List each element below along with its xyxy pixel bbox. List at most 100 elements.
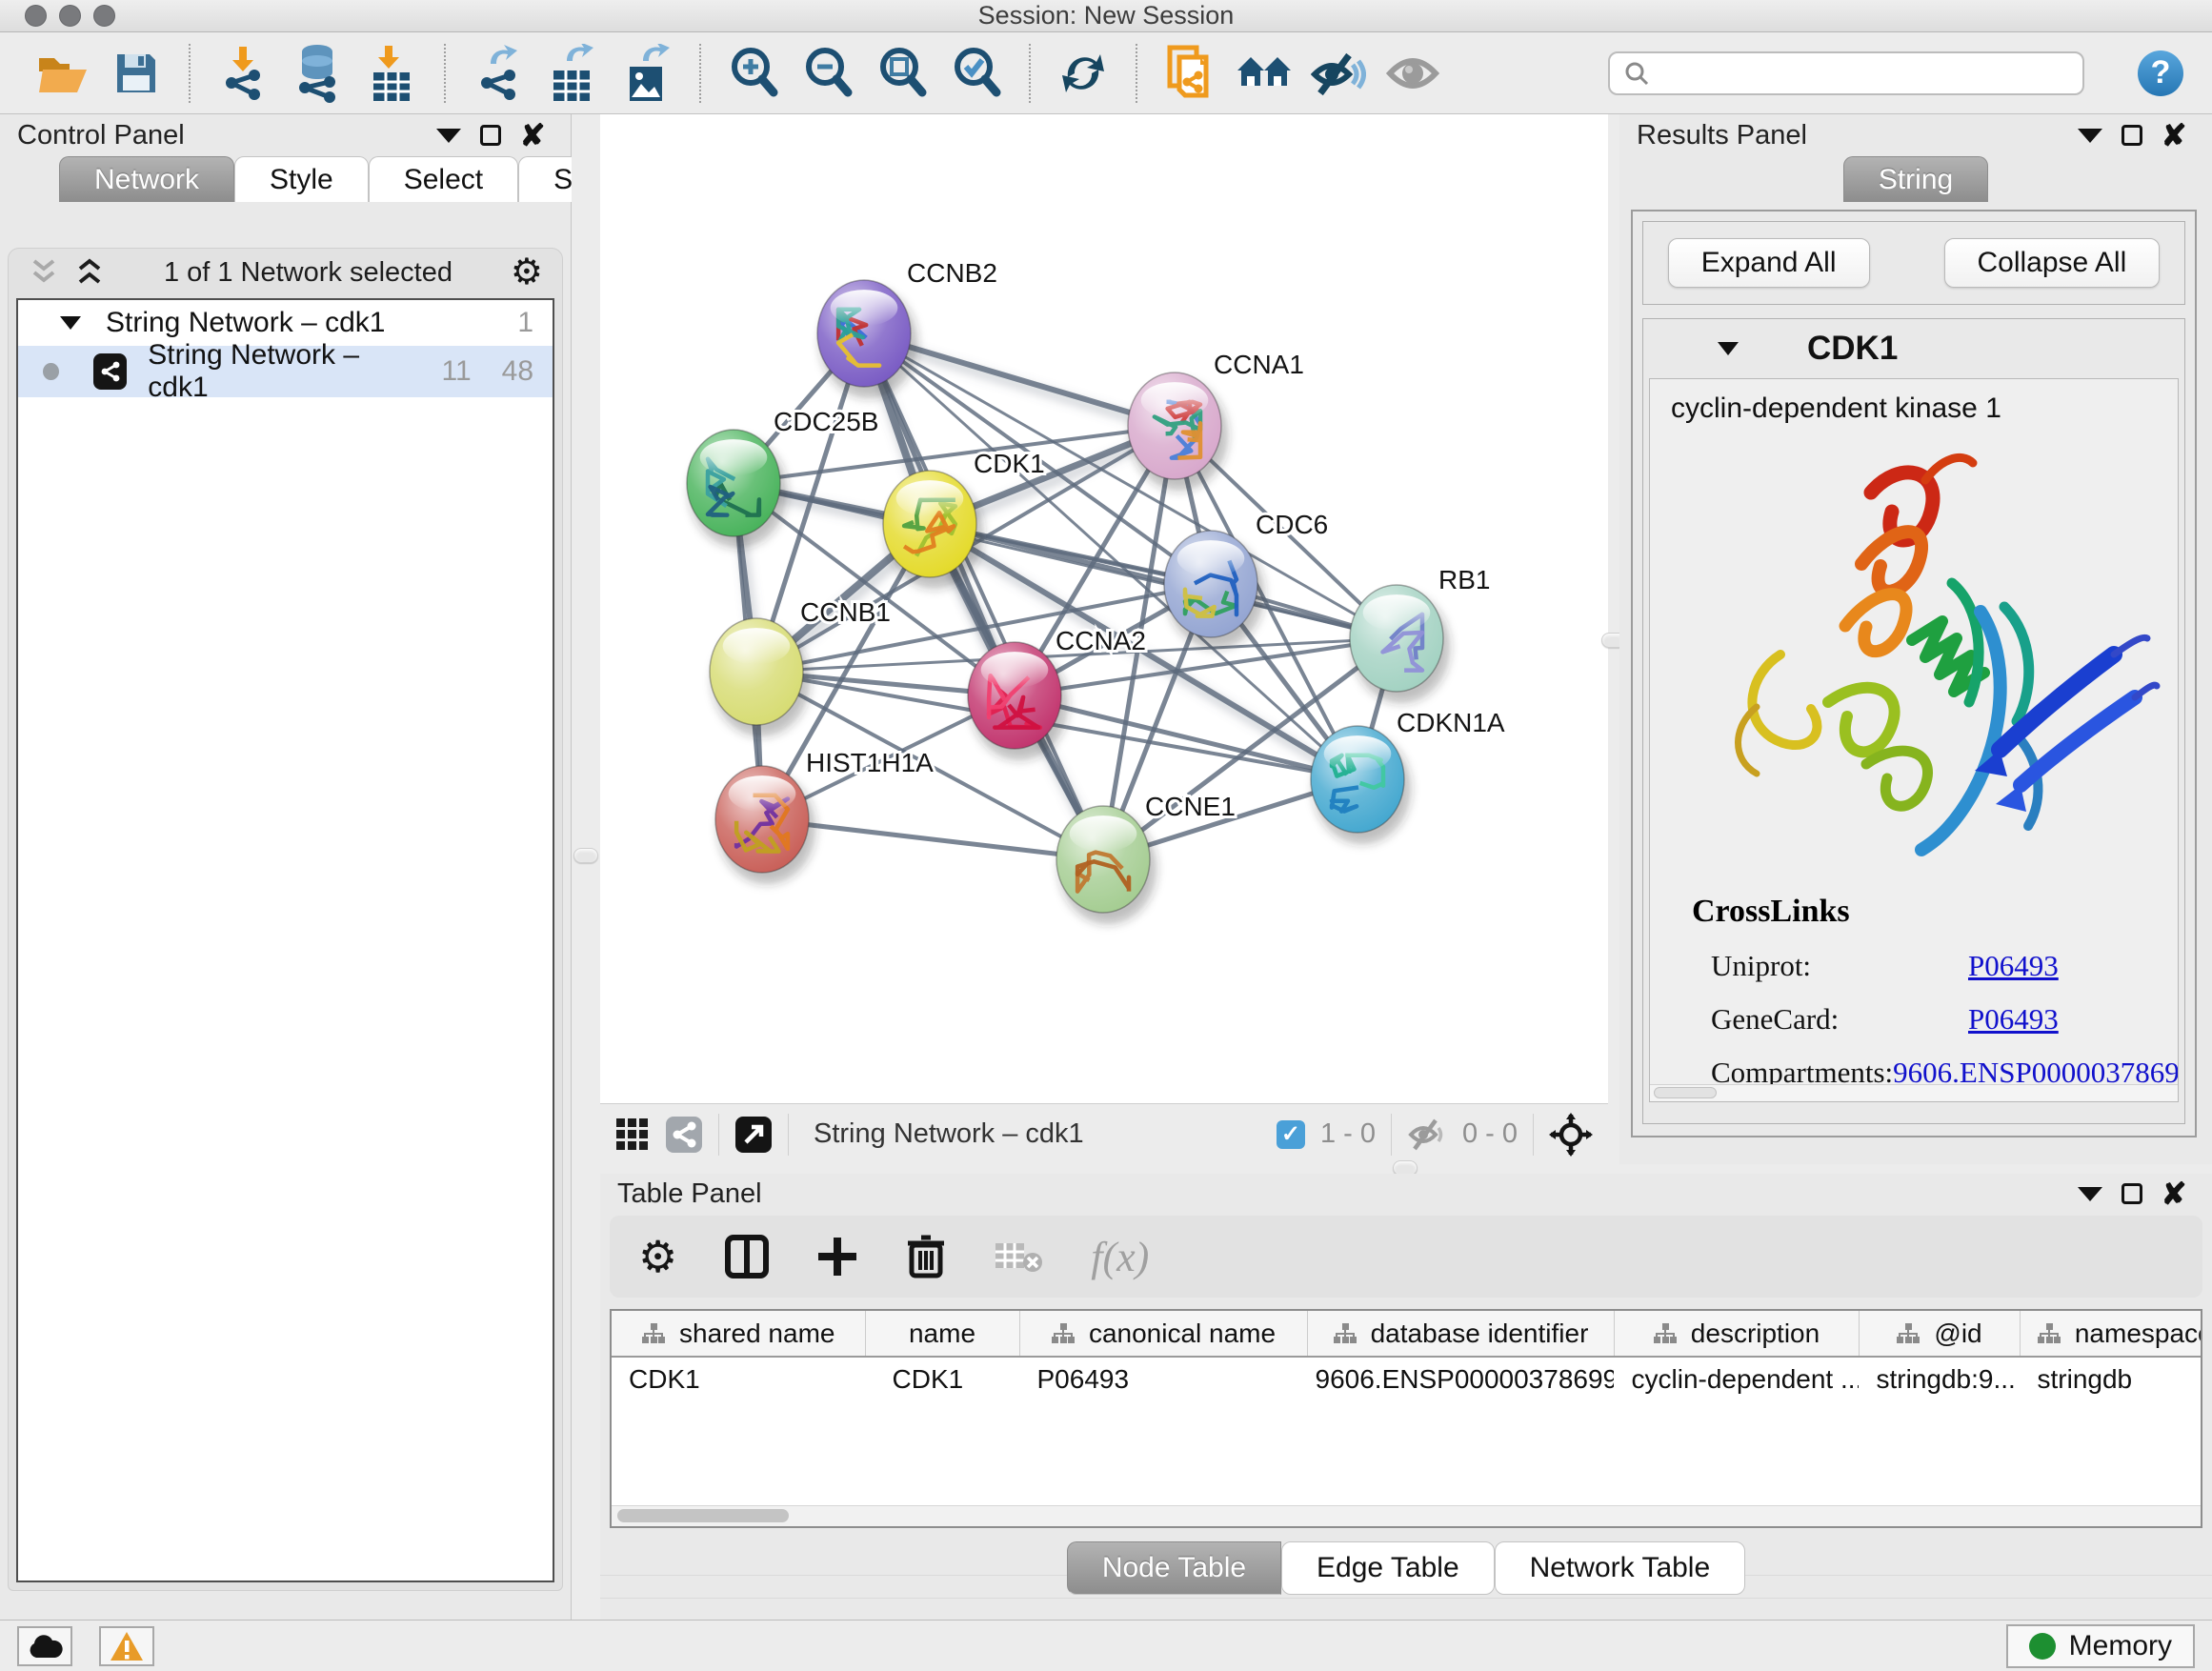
- zoom-out-button[interactable]: [798, 40, 857, 107]
- network-node-CDC25B[interactable]: CDC25B: [687, 407, 878, 548]
- eye-slash-icon: [1311, 50, 1366, 97]
- horizontal-splitter[interactable]: [600, 1164, 2212, 1174]
- birds-eye-view-button[interactable]: [1549, 1113, 1593, 1157]
- network-node-CCNA1[interactable]: CCNA1: [1128, 350, 1304, 491]
- toolbar-search[interactable]: [1608, 51, 2084, 95]
- tab-network-table[interactable]: Network Table: [1495, 1541, 1746, 1595]
- zoom-in-button[interactable]: [724, 40, 783, 107]
- import-network-from-file-button[interactable]: [213, 40, 272, 107]
- expand-all-button[interactable]: Expand All: [1668, 238, 1870, 288]
- import-network-from-database-button[interactable]: [288, 40, 347, 107]
- panel-menu-button[interactable]: [428, 118, 470, 152]
- apply-layout-button[interactable]: [1054, 40, 1113, 107]
- network-options-gear-button[interactable]: ⚙: [511, 254, 543, 291]
- node-label-CDC25B: CDC25B: [774, 407, 878, 436]
- warnings-button[interactable]: [99, 1626, 154, 1666]
- tab-node-table[interactable]: Node Table: [1067, 1541, 1281, 1595]
- panel-close-button[interactable]: ✘: [512, 118, 553, 152]
- column-header[interactable]: database identifier: [1307, 1311, 1614, 1357]
- tab-string[interactable]: String: [1843, 156, 1988, 202]
- splitter-handle[interactable]: [573, 848, 598, 863]
- selected-indicator-checkbox[interactable]: ✓: [1277, 1120, 1305, 1149]
- panel-close-button[interactable]: ✘: [2153, 118, 2195, 152]
- column-header[interactable]: namespace: [2020, 1311, 2202, 1357]
- zoom-fit-button[interactable]: [873, 40, 932, 107]
- network-node-CDKN1A[interactable]: CDKN1A: [1311, 708, 1505, 844]
- delete-column-button[interactable]: [906, 1234, 946, 1279]
- table-horizontal-scrollbar[interactable]: [612, 1505, 2201, 1526]
- hide-selected-button[interactable]: [1309, 40, 1368, 107]
- right-splitter[interactable]: [1608, 114, 1619, 1164]
- panel-menu-button[interactable]: [2069, 118, 2111, 152]
- hidden-counts: 0 - 0: [1462, 1118, 1518, 1150]
- export-image-button[interactable]: [617, 40, 676, 107]
- zoom-selected-button[interactable]: [947, 40, 1006, 107]
- table-options-gear-button[interactable]: ⚙: [638, 1235, 677, 1278]
- network-row-selected[interactable]: String Network – cdk1 11 48: [18, 346, 553, 397]
- divider: [788, 1114, 789, 1156]
- expand-all-icon[interactable]: [73, 257, 106, 288]
- function-builder-button[interactable]: f(x): [1091, 1233, 1149, 1281]
- detach-view-button[interactable]: [734, 1116, 773, 1154]
- memory-button[interactable]: Memory: [2006, 1624, 2195, 1668]
- import-table-icon: [368, 44, 415, 103]
- grid-mode-button[interactable]: [615, 1117, 650, 1152]
- search-input[interactable]: [1659, 57, 2069, 90]
- new-network-from-selection-button[interactable]: [1160, 40, 1219, 107]
- cloud-status-button[interactable]: [17, 1626, 72, 1666]
- column-header[interactable]: name: [865, 1311, 1019, 1357]
- zoom-selected-icon: [951, 46, 1002, 101]
- column-header[interactable]: @id: [1859, 1311, 2020, 1357]
- results-panel: Results Panel ✘ String Expand All Collap…: [1619, 114, 2212, 1164]
- scrollbar-thumb[interactable]: [617, 1509, 789, 1522]
- network-node-HIST1H1A[interactable]: HIST1H1A: [715, 748, 934, 884]
- panel-float-button[interactable]: [2111, 118, 2153, 152]
- cell-namespace: stringdb: [2020, 1357, 2202, 1400]
- collapse-all-icon[interactable]: [28, 257, 60, 288]
- window-title: Session: New Session: [0, 0, 2212, 32]
- panel-close-button[interactable]: ✘: [2153, 1177, 2195, 1211]
- open-session-button[interactable]: [32, 40, 91, 107]
- save-session-button[interactable]: [107, 40, 166, 107]
- show-all-button[interactable]: [1383, 40, 1442, 107]
- tab-style[interactable]: Style: [234, 156, 369, 202]
- network-view[interactable]: CCNB2CCNA1CDC25BCDK1CDC6RB1CCNB1CCNA2CDK…: [600, 114, 1608, 1103]
- network-node-CDC6[interactable]: CDC6: [1164, 510, 1328, 649]
- genecard-link[interactable]: P06493: [1968, 1002, 2059, 1037]
- help-button[interactable]: ?: [2138, 50, 2183, 96]
- network-node-RB1[interactable]: RB1: [1350, 565, 1490, 703]
- network-canvas[interactable]: CCNB2CCNA1CDC25BCDK1CDC6RB1CCNB1CCNA2CDK…: [600, 114, 1608, 1103]
- section-expander-icon[interactable]: [1716, 338, 1740, 359]
- panel-float-button[interactable]: [2111, 1177, 2153, 1211]
- tree-expander-icon[interactable]: [58, 312, 83, 333]
- column-header[interactable]: shared name: [612, 1311, 865, 1357]
- float-window-icon: [2122, 125, 2142, 146]
- import-table-from-file-button[interactable]: [362, 40, 421, 107]
- add-column-button[interactable]: [816, 1236, 858, 1278]
- uniprot-link[interactable]: P06493: [1968, 949, 2059, 983]
- node-label-RB1: RB1: [1438, 565, 1490, 594]
- export-network-button[interactable]: [469, 40, 528, 107]
- panel-float-button[interactable]: [470, 118, 512, 152]
- horizontal-scrollbar[interactable]: [1650, 1084, 2178, 1101]
- export-table-button[interactable]: [543, 40, 602, 107]
- collapse-all-button[interactable]: Collapse All: [1944, 238, 2161, 288]
- single-view-mode-button[interactable]: [665, 1116, 703, 1154]
- tab-network[interactable]: Network: [59, 156, 234, 202]
- window-titlebar: Session: New Session: [0, 0, 2212, 32]
- column-header[interactable]: description: [1614, 1311, 1859, 1357]
- column-header[interactable]: canonical name: [1019, 1311, 1307, 1357]
- column-type-icon: [2037, 1322, 2061, 1345]
- first-neighbors-button[interactable]: [1235, 40, 1294, 107]
- show-columns-button[interactable]: [725, 1235, 769, 1278]
- network-tree: String Network – cdk1 1 String Network –…: [16, 298, 554, 1582]
- table-row[interactable]: CDK1 CDK1 P06493 9606.ENSP00000378699 cy…: [612, 1357, 2202, 1400]
- panel-menu-button[interactable]: [2069, 1177, 2111, 1211]
- network-node-CCNB2[interactable]: CCNB2: [817, 258, 997, 398]
- delete-table-button[interactable]: [994, 1238, 1043, 1276]
- tab-select[interactable]: Select: [369, 156, 518, 202]
- scrollbar-thumb[interactable]: [1654, 1087, 1717, 1098]
- network-node-CCNE1[interactable]: CCNE1: [1056, 792, 1236, 924]
- left-splitter[interactable]: [572, 114, 600, 1620]
- tab-edge-table[interactable]: Edge Table: [1281, 1541, 1495, 1595]
